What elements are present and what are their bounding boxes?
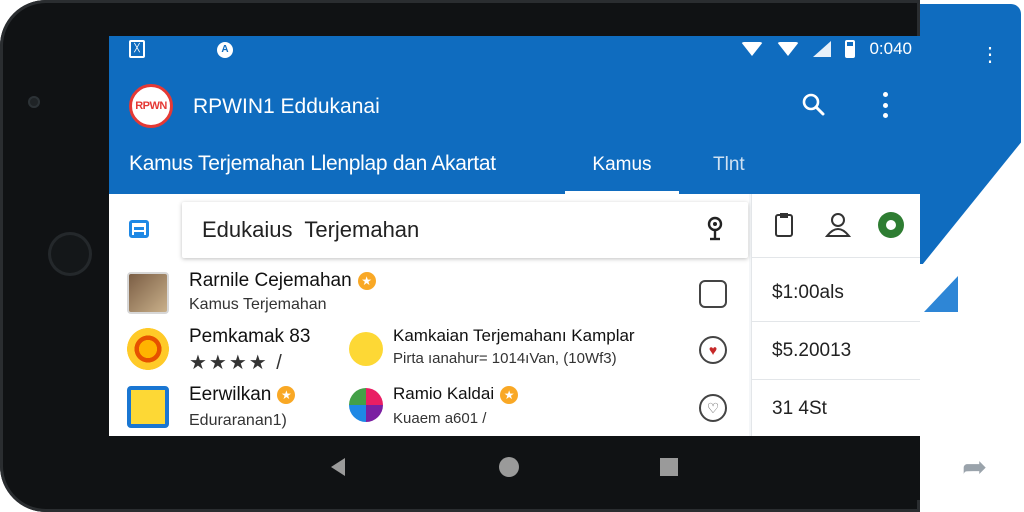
price-value: $5.20013 bbox=[752, 322, 920, 380]
settings-icon[interactable] bbox=[876, 210, 906, 240]
row-title-wrap: Rarnile Cejemahan ★ bbox=[189, 270, 376, 292]
home-icon[interactable] bbox=[499, 457, 519, 477]
globe-icon bbox=[349, 388, 383, 422]
recents-icon[interactable] bbox=[660, 458, 678, 476]
row-title: Rarnile Cejemahan bbox=[189, 270, 352, 291]
search-input[interactable] bbox=[202, 214, 682, 246]
rating-stars: ★★★★ / bbox=[189, 352, 284, 374]
row-subtitle: Kamus Terjemahan bbox=[189, 296, 327, 313]
background-wedge bbox=[918, 140, 1023, 270]
content-area: Rarnile Cejemahan ★ Kamus Terjemahan Pemk… bbox=[109, 194, 920, 436]
scene: ⋮ ➦ ᚷ A 0:040 RPWN RPWIN1 Eddukanai Kamu… bbox=[0, 0, 1024, 512]
list-item[interactable]: Eerwilkan ★ Eduraranan1) Ramio Kaldai ★ Ku… bbox=[109, 380, 749, 436]
row-mid-title-wrap: Ramio Kaldai ★ bbox=[393, 384, 519, 404]
system-nav-bar bbox=[109, 436, 920, 500]
row-mid-title: Kamkaian Terjemahanı Kamplar bbox=[393, 326, 635, 345]
row-thumbnail bbox=[127, 328, 169, 370]
row-mid-subtitle: Kuaem a601 / bbox=[393, 410, 487, 427]
notification-icon: A bbox=[217, 42, 233, 58]
battery-icon bbox=[845, 40, 856, 58]
tab-other[interactable]: Tlnt bbox=[713, 154, 745, 176]
right-panel-toolbar bbox=[752, 194, 920, 258]
app-logo: RPWN bbox=[129, 84, 173, 128]
background-share-icon: ➦ bbox=[962, 451, 988, 484]
star-badge-icon: ★ bbox=[500, 385, 519, 404]
person-icon[interactable] bbox=[824, 212, 852, 238]
app-bar: RPWN RPWIN1 Eddukanai bbox=[109, 64, 920, 148]
right-panel: $1:00als $5.20013 31 4St bbox=[751, 194, 920, 436]
logo-text: RPWN bbox=[135, 100, 167, 112]
favorite-icon[interactable]: ♥ bbox=[699, 336, 727, 364]
row-title: Pemkamak 83 bbox=[189, 326, 311, 347]
back-icon[interactable] bbox=[331, 458, 345, 476]
price-value: 31 4St bbox=[772, 398, 827, 419]
wifi-icon bbox=[741, 42, 764, 56]
list-icon[interactable] bbox=[129, 220, 149, 238]
row-title: Eerwilkan bbox=[189, 384, 272, 405]
sim-icon: ᚷ bbox=[129, 40, 145, 58]
background-more-icon: ⋮ bbox=[980, 44, 1000, 66]
status-icons: 0:040 bbox=[741, 39, 912, 59]
status-time: 0:040 bbox=[869, 39, 912, 58]
background-triangle bbox=[924, 276, 958, 312]
emoji-icon bbox=[349, 332, 383, 366]
tab-kamus[interactable]: Kamus bbox=[565, 154, 679, 194]
list-item[interactable]: Pemkamak 83 ★★★★ / Kamkaian Terjemahanı … bbox=[109, 322, 749, 378]
search-box[interactable] bbox=[182, 202, 748, 258]
hardware-button bbox=[48, 232, 92, 276]
app-title: RPWIN1 Eddukanai bbox=[193, 95, 380, 118]
list-item[interactable]: Rarnile Cejemahan ★ Kamus Terjemahan bbox=[109, 264, 749, 320]
wifi-icon-2 bbox=[777, 42, 800, 56]
tab-bar: Kamus Terjemahan Llenplap dan Akartat Ka… bbox=[109, 148, 920, 194]
row-mid-subtitle: Pirta ıanahur= 1014ıVan, (10Wf3) bbox=[393, 350, 617, 367]
tab-main-title[interactable]: Kamus Terjemahan Llenplap dan Akartat bbox=[129, 152, 496, 176]
status-bar: ᚷ A 0:040 bbox=[109, 36, 920, 64]
clipboard-icon[interactable] bbox=[774, 212, 794, 238]
camera-icon bbox=[28, 96, 40, 108]
results-list: Rarnile Cejemahan ★ Kamus Terjemahan Pemk… bbox=[109, 194, 749, 436]
card-icon[interactable] bbox=[699, 280, 727, 308]
row-thumbnail bbox=[127, 386, 169, 428]
voice-search-icon[interactable] bbox=[706, 216, 724, 242]
search-icon[interactable] bbox=[801, 92, 825, 116]
star-badge-icon: ★ bbox=[357, 271, 376, 290]
phone-screen: ᚷ A 0:040 RPWN RPWIN1 Eddukanai Kamus Te… bbox=[109, 36, 920, 436]
row-subtitle: Eduraranan1) bbox=[189, 412, 287, 429]
overflow-menu-icon[interactable] bbox=[877, 92, 893, 118]
row-title-wrap: Eerwilkan ★ bbox=[189, 384, 296, 406]
signal-icon bbox=[813, 41, 832, 57]
star-badge-icon: ★ bbox=[277, 385, 296, 404]
phone-body: ᚷ A 0:040 RPWN RPWIN1 Eddukanai Kamus Te… bbox=[0, 0, 920, 512]
price-value: $1:00als bbox=[752, 264, 920, 322]
favorite-outline-icon[interactable]: ♡ bbox=[699, 394, 727, 422]
row-mid-title: Ramio Kaldai bbox=[393, 384, 495, 403]
row-thumbnail bbox=[127, 272, 169, 314]
